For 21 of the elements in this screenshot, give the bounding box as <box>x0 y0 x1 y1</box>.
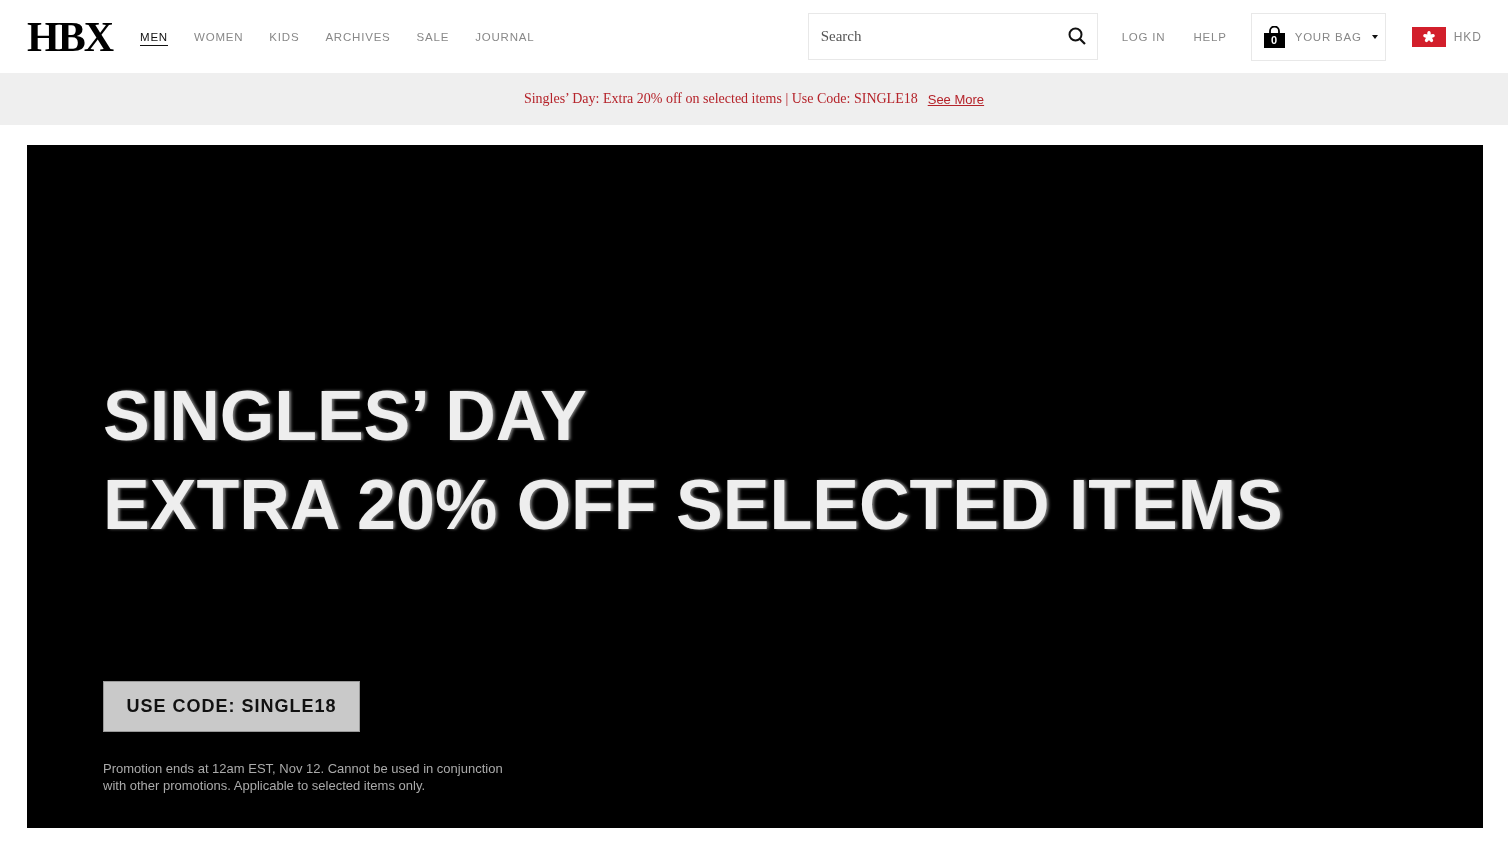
fine-print: Promotion ends at 12am EST, Nov 12. Cannot be used in conjunction with other promotions. Applicable to selected items only. <box>103 760 504 794</box>
nav-link[interactable]: SALE <box>416 30 450 46</box>
logo[interactable]: HBX <box>27 15 112 58</box>
bag-button[interactable]: 0 YOUR BAG <box>1250 12 1386 61</box>
nav-link[interactable]: KIDS <box>269 30 300 46</box>
nav-link[interactable]: JOURNAL <box>475 30 535 46</box>
hero-subheadline: EXTRA 20% OFF SELECTED ITEMS <box>103 465 1284 546</box>
header-link[interactable]: LOG IN <box>1121 30 1166 43</box>
promo-code-button[interactable]: USE CODE: SINGLE18 <box>103 681 360 732</box>
search-icon[interactable] <box>1067 27 1086 45</box>
nav-link[interactable]: ARCHIVES <box>325 30 391 46</box>
promo-text: Singles’ Day: Extra 20% off on selected items | Use Code: SINGLE18 <box>523 91 918 107</box>
nav-link[interactable]: MEN <box>140 30 168 46</box>
see-more-link[interactable]: See More <box>927 91 985 107</box>
flag-icon[interactable] <box>1411 26 1446 47</box>
caret-icon <box>1371 34 1378 39</box>
currency-label[interactable]: HKD <box>1453 29 1482 44</box>
hero-headline: SINGLES’ DAY <box>103 376 588 457</box>
search-field[interactable]: Search <box>807 13 1098 60</box>
header-link[interactable]: HELP <box>1193 30 1227 43</box>
nav-link[interactable]: WOMEN <box>194 30 244 46</box>
